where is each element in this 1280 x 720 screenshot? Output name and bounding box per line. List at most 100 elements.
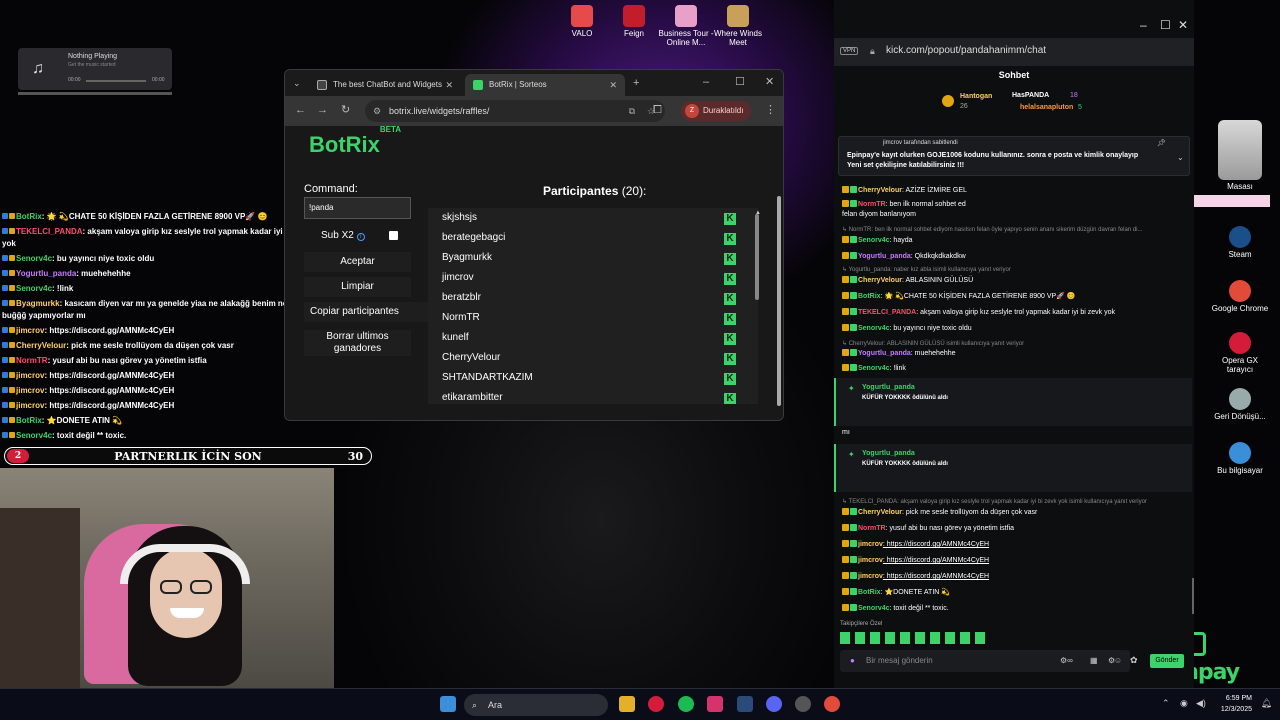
gift-icon[interactable]: ✿: [1130, 655, 1138, 666]
mic-icon[interactable]: ●: [850, 650, 855, 672]
translate-icon[interactable]: ⧉: [629, 100, 635, 122]
chat-username[interactable]: jimcrov: [16, 326, 44, 335]
chat-username[interactable]: jimcrov: [858, 541, 883, 548]
chat-username[interactable]: Byagmurkk: [16, 299, 60, 308]
taskbar-search[interactable]: ⌕ Ara: [464, 694, 608, 716]
desktop-icon[interactable]: Bu bilgisayar: [1210, 442, 1270, 475]
chat-username[interactable]: BotRix: [16, 416, 42, 425]
calendar-icon[interactable]: ▦: [1090, 656, 1098, 665]
chrome-icon[interactable]: [824, 696, 840, 712]
chat-username[interactable]: Yogurtlu_panda: [858, 350, 911, 357]
chat-scrollbar[interactable]: [1192, 578, 1194, 614]
chat-username[interactable]: jimcrov: [858, 573, 883, 580]
sub-x2-checkbox[interactable]: [389, 231, 398, 240]
chat-text[interactable]: : https://discord.gg/AMNMc4CyEH: [883, 541, 989, 548]
chat-username[interactable]: TEKELCI_PANDA: [16, 227, 83, 236]
pin-icon[interactable]: 📌︎: [1157, 139, 1166, 147]
chat-username[interactable]: BotRix: [16, 212, 42, 221]
opera-gx-icon[interactable]: [648, 696, 664, 712]
chat-username[interactable]: Senorv4c: [858, 605, 890, 612]
site-info-icon[interactable]: ⚙: [373, 100, 381, 122]
desktop-icon[interactable]: Geri Dönüşü...: [1210, 388, 1270, 421]
tab-botrix[interactable]: BotRix | Sorteos ✕: [465, 74, 625, 96]
spotify-icon[interactable]: [678, 696, 694, 712]
pinned-message[interactable]: jimcrov tarafından sabitlendi Epinpay'e …: [838, 136, 1190, 176]
chat-username[interactable]: NormTR: [858, 201, 886, 208]
chat-text[interactable]: : https://discord.gg/AMNMc4CyEH: [883, 557, 989, 564]
extensions-icon[interactable]: ⧠: [653, 103, 662, 117]
discord-icon[interactable]: [766, 696, 782, 712]
chat-username[interactable]: Senorv4c: [858, 365, 890, 372]
back-icon[interactable]: ←: [295, 103, 306, 117]
desktop-icon[interactable]: Where Winds Meet: [708, 5, 768, 47]
command-input[interactable]: !panda: [304, 197, 411, 219]
chat-username[interactable]: Yogurtlu_panda: [16, 269, 76, 278]
browser-window[interactable]: ⌄ The best ChatBot and Widgets ✕ BotRix …: [284, 69, 784, 421]
top-gifter-1[interactable]: HasPANDA: [1012, 92, 1049, 99]
maximize-icon[interactable]: ☐: [1160, 18, 1171, 32]
chat-username[interactable]: BotRix: [858, 589, 881, 596]
file-explorer-icon[interactable]: [619, 696, 635, 712]
info-icon[interactable]: i: [356, 233, 365, 241]
chat-username[interactable]: NormTR: [16, 356, 48, 365]
desktop-icon[interactable]: Opera GX tarayıcı: [1210, 332, 1270, 374]
reward2-user[interactable]: Yogurtlu_panda: [862, 450, 915, 457]
chat-username[interactable]: Senorv4c: [16, 254, 52, 263]
music-progress[interactable]: [86, 80, 146, 82]
reload-icon[interactable]: ↻: [341, 103, 350, 117]
minimize-icon[interactable]: –: [703, 75, 709, 89]
windows-start-icon[interactable]: [440, 696, 456, 712]
page-scrollbar[interactable]: [777, 196, 781, 406]
chevron-down-icon[interactable]: ⌄: [1177, 153, 1184, 162]
chat-username[interactable]: BotRix: [858, 293, 881, 300]
chat-username[interactable]: CherryVelour: [858, 277, 902, 284]
top-gifter-left[interactable]: Hantogan: [960, 93, 992, 100]
chat-username[interactable]: Senorv4c: [16, 284, 52, 293]
desktop-icon[interactable]: Business Tour - Online M...: [656, 5, 716, 47]
chat-username[interactable]: jimcrov: [16, 371, 44, 380]
volume-icon[interactable]: ◀): [1196, 698, 1206, 709]
close-tab-icon[interactable]: ✕: [445, 74, 453, 96]
kick-url[interactable]: kick.com/popout/pandahanimm/chat: [886, 45, 1046, 56]
profile-paused-button[interactable]: Z Duraklatıldı: [681, 101, 751, 121]
send-button[interactable]: Gönder: [1150, 654, 1184, 668]
chat-username[interactable]: CherryVelour: [16, 341, 66, 350]
tab-search-icon[interactable]: ⌄: [293, 76, 301, 90]
app-icon[interactable]: [737, 696, 753, 712]
participants-scrollbar[interactable]: [755, 214, 759, 300]
address-bar[interactable]: ⚙ botrix.live/widgets/raffles/ ⧉ ☆: [365, 100, 665, 122]
taskbar-clock[interactable]: 6:59 PM 12/3/2025: [1221, 693, 1252, 715]
close-window-icon[interactable]: ✕: [765, 75, 774, 89]
chat-username[interactable]: Senorv4c: [858, 237, 890, 244]
participants-list[interactable]: skjshsjs Kberategebagci K Byagmurkk Kjimcrov…: [428, 208, 758, 404]
accept-button[interactable]: Aceptar: [304, 252, 411, 272]
tab-chatbot[interactable]: The best ChatBot and Widgets ✕: [309, 74, 461, 96]
chat-username[interactable]: jimcrov: [16, 401, 44, 410]
chat-username[interactable]: jimcrov: [16, 386, 44, 395]
chat-username[interactable]: Yogurtlu_panda: [858, 253, 911, 260]
settings-gear-icon[interactable]: ⚙: [1108, 656, 1115, 665]
vpn-badge[interactable]: VPN: [840, 47, 859, 55]
chat-username[interactable]: Senorv4c: [858, 325, 890, 332]
notification-icon[interactable]: 🔔︎: [1261, 698, 1272, 709]
new-tab-icon[interactable]: +: [633, 76, 639, 90]
chat-text[interactable]: : https://discord.gg/AMNMc4CyEH: [883, 573, 989, 580]
minimize-icon[interactable]: –: [1140, 18, 1147, 32]
points-icon[interactable]: ⚙∞: [1060, 656, 1073, 665]
top-gifter-2[interactable]: helalsanapluton: [1020, 104, 1073, 111]
settings-icon[interactable]: [795, 696, 811, 712]
close-window-icon[interactable]: ✕: [1178, 18, 1188, 32]
chat-username[interactable]: TEKELCI_PANDA: [858, 309, 916, 316]
clear-button[interactable]: Limpiar: [304, 277, 411, 297]
desktop-icon[interactable]: VALO: [552, 5, 612, 38]
copy-participants-button[interactable]: Copiar participantes: [304, 302, 444, 322]
music-widget[interactable]: ♫ Nothing Playing Get the music started …: [18, 48, 172, 90]
desktop-icon[interactable]: Masası: [1210, 120, 1270, 191]
chat-username[interactable]: CherryVelour: [858, 187, 902, 194]
desktop-icon[interactable]: Feign: [604, 5, 664, 38]
chat-message-input[interactable]: ● Bir mesaj gönderin ☺: [840, 650, 1130, 672]
chat-username[interactable]: Senorv4c: [16, 431, 52, 440]
close-tab-icon[interactable]: ✕: [609, 74, 617, 96]
reward1-user[interactable]: Yogurtlu_panda: [862, 384, 915, 391]
network-icon[interactable]: ◉: [1180, 698, 1188, 709]
